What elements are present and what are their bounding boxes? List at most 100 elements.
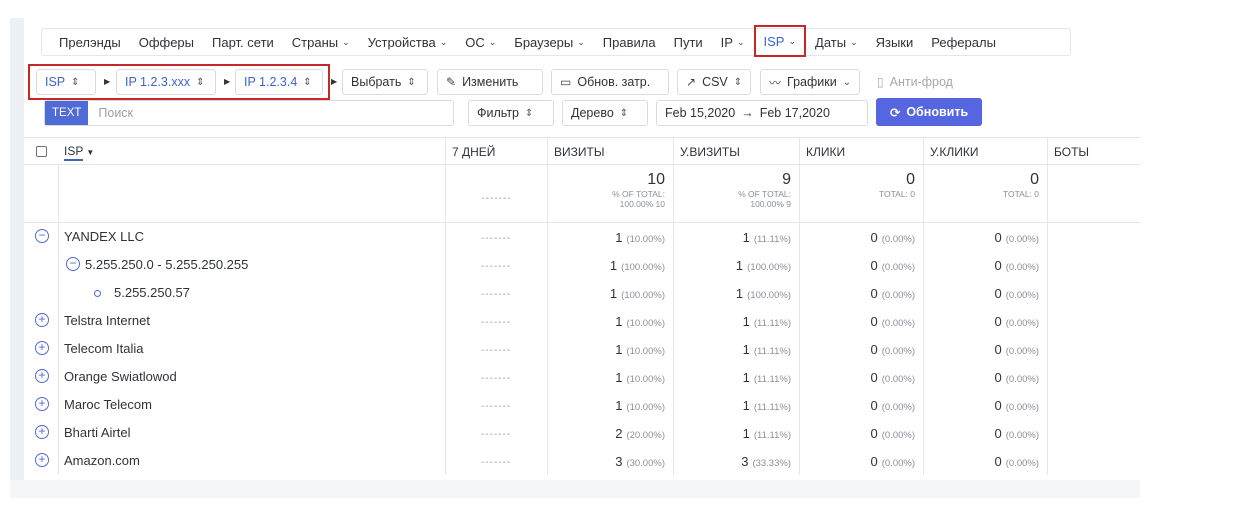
row-clicks: 0 (0.00%) — [799, 370, 916, 385]
row-uclicks-percent: (0.00%) — [1005, 262, 1039, 273]
tree-select[interactable]: Дерево ⇕ — [562, 100, 648, 126]
totals-uvisits: 9 % OF TOTAL: 100.00% 9 — [673, 165, 799, 222]
totals-uclicks-value: 0 — [1030, 171, 1039, 188]
tab-0[interactable]: Прелэнды — [50, 29, 130, 55]
collapse-icon[interactable]: − — [35, 229, 49, 243]
table-row[interactable]: + Maroc Telecom ------- 1 (10.00%) 1 (11.11%) 0… — [24, 391, 1140, 419]
table-row[interactable]: 5.255.250.57 ------- 1 (100.00%) 1 (100.00%) 0… — [24, 279, 1140, 307]
row-visits-percent: (10.00%) — [626, 374, 665, 385]
updown-icon: ⇕ — [407, 76, 416, 88]
divider — [1047, 391, 1048, 419]
row-clicks: 0 (0.00%) — [799, 286, 916, 301]
table-row[interactable]: + Telstra Internet ------- 1 (10.00%) 1 (11.11… — [24, 307, 1140, 335]
col-bots[interactable]: БОТЫ — [1047, 138, 1140, 166]
chevron-down-icon: ⌄ — [577, 36, 585, 47]
col-visits[interactable]: ВИЗИТЫ — [547, 138, 673, 166]
row-visits-percent: (30.00%) — [626, 458, 665, 469]
tab-6[interactable]: Браузеры ⌄ — [505, 29, 594, 55]
col-isp[interactable]: ISP ▼ — [24, 138, 445, 166]
col-uvisits[interactable]: У.ВИЗИТЫ — [673, 138, 799, 166]
row-clicks-percent: (0.00%) — [881, 402, 915, 413]
update-costs-button[interactable]: ▭ Обнов. затр. — [551, 69, 669, 95]
tab-1[interactable]: Офферы — [130, 29, 203, 55]
row-uclicks-percent: (0.00%) — [1005, 234, 1039, 245]
expand-icon[interactable]: + — [35, 369, 49, 383]
updown-icon: ⇕ — [303, 76, 312, 88]
tab-13[interactable]: Рефералы — [922, 29, 1005, 55]
edit-button[interactable]: ✎ Изменить — [437, 69, 543, 95]
tab-11[interactable]: Даты ⌄ — [806, 29, 867, 55]
chevron-down-icon: ⌄ — [736, 36, 745, 47]
row-name: Amazon.com — [64, 453, 140, 468]
tab-2[interactable]: Парт. сети — [203, 29, 283, 55]
tab-label: Устройства — [367, 34, 436, 50]
divider — [58, 223, 59, 251]
table-row[interactable]: + Amazon.com ------- 3 (30.00%) 3 (33.33%) 0 (0.… — [24, 447, 1140, 475]
row-uvisits-value: 1 — [742, 314, 750, 329]
tab-label: Пути — [673, 34, 703, 50]
date-to: Feb 17,2020 — [759, 106, 830, 120]
tab-3[interactable]: Страны ⌄ — [283, 29, 359, 55]
table-row[interactable]: + Telecom Italia ------- 1 (10.00%) 1 (11.11%)… — [24, 335, 1140, 363]
col-7days[interactable]: 7 ДНЕЙ — [445, 138, 547, 166]
expand-icon[interactable]: + — [35, 453, 49, 467]
table-row[interactable]: + Bharti Airtel ------- 2 (20.00%) 1 (11.11%) 0… — [24, 419, 1140, 447]
row-clicks: 0 (0.00%) — [799, 258, 916, 273]
expand-icon[interactable]: + — [35, 425, 49, 439]
col-isp-label: ISP — [64, 144, 84, 161]
divider — [1047, 447, 1048, 475]
row-clicks-value: 0 — [870, 230, 878, 245]
table-row[interactable]: − YANDEX LLC ------- 1 (10.00%) 1 (11.11%) 0 (0.… — [24, 223, 1140, 251]
row-name: 5.255.250.0 - 5.255.250.255 — [85, 257, 249, 272]
tab-7[interactable]: Правила — [594, 29, 665, 55]
chevron-down-icon: ⌄ — [342, 36, 350, 47]
tab-5[interactable]: ОС ⌄ — [456, 29, 505, 55]
group-level1-select[interactable]: ISP ⇕ — [36, 69, 96, 95]
row-clicks: 0 (0.00%) — [799, 314, 916, 329]
tab-9[interactable]: IP ⌄ — [712, 29, 754, 55]
tab-12[interactable]: Языки — [867, 29, 923, 55]
charts-button[interactable]: 〰 Графики ⌄ — [760, 69, 860, 95]
csv-button[interactable]: ↗ CSV ⇕ — [677, 69, 751, 95]
row-uvisits-value: 1 — [742, 426, 750, 441]
row-sparkline: ------- — [480, 317, 512, 328]
row-visits: 1 (100.00%) — [547, 258, 665, 273]
row-uvisits-value: 1 — [735, 258, 744, 273]
updown-icon: ⇕ — [733, 76, 743, 88]
arrow-right-icon: → — [741, 106, 754, 120]
tab-4[interactable]: Устройства ⌄ — [359, 29, 457, 55]
report-type-tabs: Прелэнды Офферы Парт. сети Страны ⌄ Устройств… — [41, 25, 1071, 57]
row-uvisits-percent: (11.11%) — [753, 234, 791, 245]
col-uclicks[interactable]: У.КЛИКИ — [923, 138, 1047, 166]
group-add-select[interactable]: Выбрать ⇕ — [342, 69, 428, 95]
row-visits-percent: (10.00%) — [626, 346, 665, 357]
collapse-icon[interactable]: − — [66, 257, 80, 271]
col-clicks[interactable]: КЛИКИ — [799, 138, 923, 166]
row-uvisits: 1 (100.00%) — [673, 286, 791, 301]
tab-8[interactable]: Пути — [665, 29, 712, 55]
filter-select[interactable]: Фильтр ⇕ — [468, 100, 554, 126]
tab-10[interactable]: ISP ⌄ — [753, 25, 807, 57]
expand-icon[interactable]: + — [35, 341, 49, 355]
tab-label: Браузеры — [514, 34, 574, 50]
group-level3-select[interactable]: IP 1.2.3.4 ⇕ — [235, 69, 323, 95]
antifraud-button[interactable]: ▯ Анти-фрод — [869, 69, 969, 95]
row-visits: 1 (100.00%) — [547, 286, 665, 301]
table-row[interactable]: + Orange Swiatlowod ------- 1 (10.00%) 1 (11.1… — [24, 363, 1140, 391]
refresh-button[interactable]: ⟳ Обновить — [876, 98, 982, 126]
row-visits: 1 (10.00%) — [547, 342, 665, 357]
date-range-picker[interactable]: Feb 15,2020 → Feb 17,2020 — [656, 100, 868, 126]
row-uclicks: 0 (0.00%) — [923, 426, 1040, 441]
totals-bots — [1047, 165, 1140, 222]
group-level2-select[interactable]: IP 1.2.3.xxx ⇕ — [116, 69, 216, 95]
search-input[interactable] — [88, 105, 389, 121]
row-name: Telstra Internet — [64, 313, 150, 328]
row-uclicks: 0 (0.00%) — [923, 258, 1040, 273]
table-row[interactable]: −5.255.250.0 - 5.255.250.255 ------- 1 (100… — [24, 251, 1140, 279]
row-sparkline: ------- — [480, 429, 512, 440]
expand-icon[interactable]: + — [35, 313, 49, 327]
antifraud-label: Анти-фрод — [889, 75, 953, 89]
updown-icon: ⇕ — [196, 76, 205, 88]
expand-icon[interactable]: + — [35, 397, 49, 411]
search-mode-badge[interactable]: TEXT — [45, 101, 89, 125]
